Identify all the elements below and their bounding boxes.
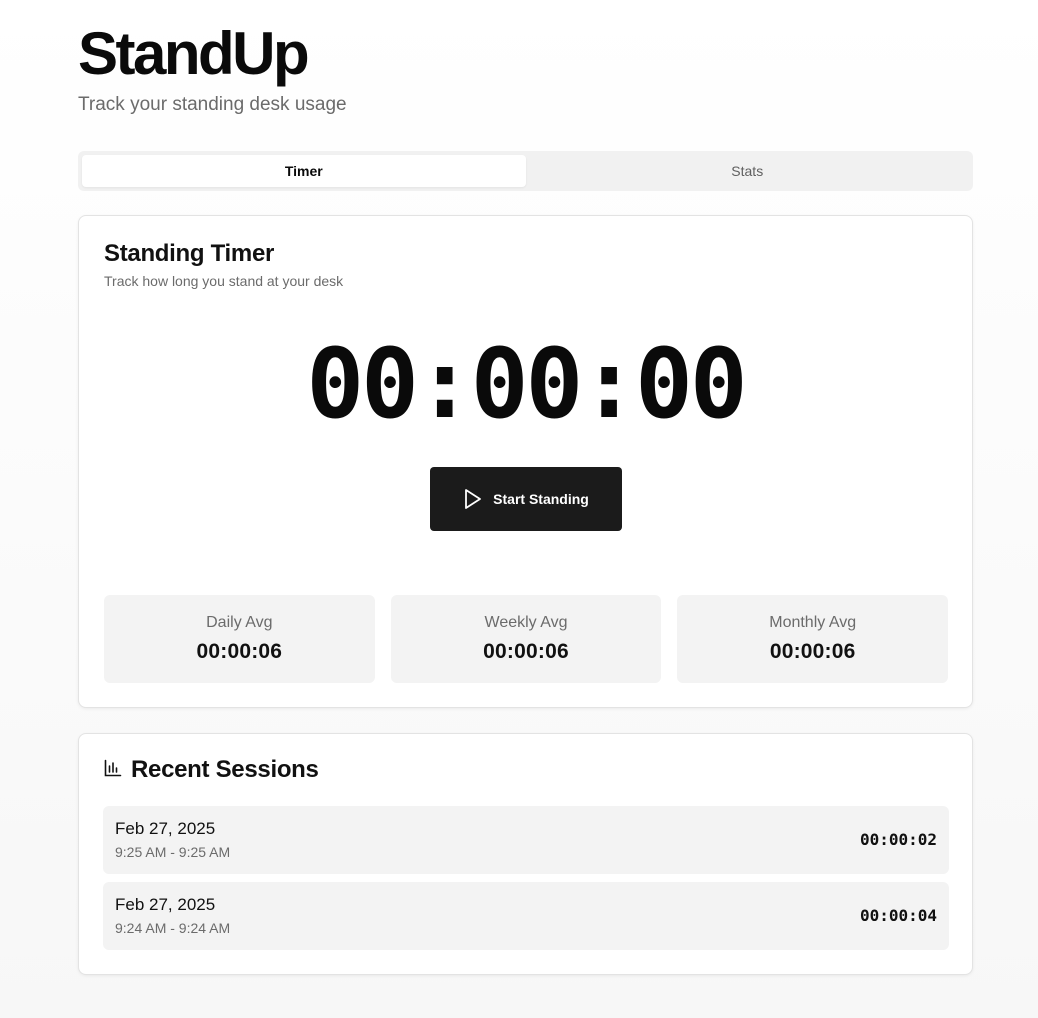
daily-avg-card: Daily Avg 00:00:06 <box>104 595 375 683</box>
weekly-avg-card: Weekly Avg 00:00:06 <box>390 595 662 683</box>
session-duration: 00:00:02 <box>859 830 937 849</box>
stat-label: Weekly Avg <box>484 614 568 631</box>
tab-stats[interactable]: Stats <box>526 155 970 187</box>
monthly-avg-card: Monthly Avg 00:00:06 <box>677 595 949 683</box>
timer-display: 00:00:00 <box>306 328 747 440</box>
stat-label: Daily Avg <box>206 614 273 631</box>
recent-sessions-card: Recent Sessions Feb 27, 2025 9:25 AM - 9… <box>78 733 973 975</box>
averages-row: Daily Avg 00:00:06 Weekly Avg 00:00:06 M… <box>104 595 949 683</box>
tab-list: Timer Stats <box>78 151 973 191</box>
sessions-header: Recent Sessions <box>104 756 319 784</box>
session-date: Feb 27, 2025 <box>115 819 216 838</box>
session-duration: 00:00:04 <box>859 906 937 925</box>
session-item[interactable]: Feb 27, 2025 9:25 AM - 9:25 AM 00:00:02 <box>103 806 949 874</box>
tab-timer[interactable]: Timer <box>82 155 526 187</box>
app-subtitle: Track your standing desk usage <box>78 94 347 115</box>
stat-label: Monthly Avg <box>769 614 857 631</box>
start-standing-button[interactable]: Start Standing <box>430 467 622 531</box>
timer-title: Standing Timer <box>104 240 275 267</box>
stat-value: 00:00:06 <box>196 640 283 663</box>
play-icon <box>463 488 483 510</box>
app-title: StandUp <box>78 20 310 87</box>
sessions-title: Recent Sessions <box>131 756 319 783</box>
session-date: Feb 27, 2025 <box>115 895 216 914</box>
stat-value: 00:00:06 <box>769 640 856 663</box>
timer-card: Standing Timer Track how long you stand … <box>78 215 973 708</box>
stat-value: 00:00:06 <box>483 640 569 663</box>
session-item[interactable]: Feb 27, 2025 9:24 AM - 9:24 AM 00:00:04 <box>103 882 949 950</box>
bar-chart-icon <box>104 759 122 782</box>
start-standing-label: Start Standing <box>493 491 589 507</box>
session-time-range: 9:25 AM - 9:25 AM <box>115 844 231 860</box>
session-time-range: 9:24 AM - 9:24 AM <box>115 920 231 936</box>
timer-description: Track how long you stand at your desk <box>104 273 344 289</box>
